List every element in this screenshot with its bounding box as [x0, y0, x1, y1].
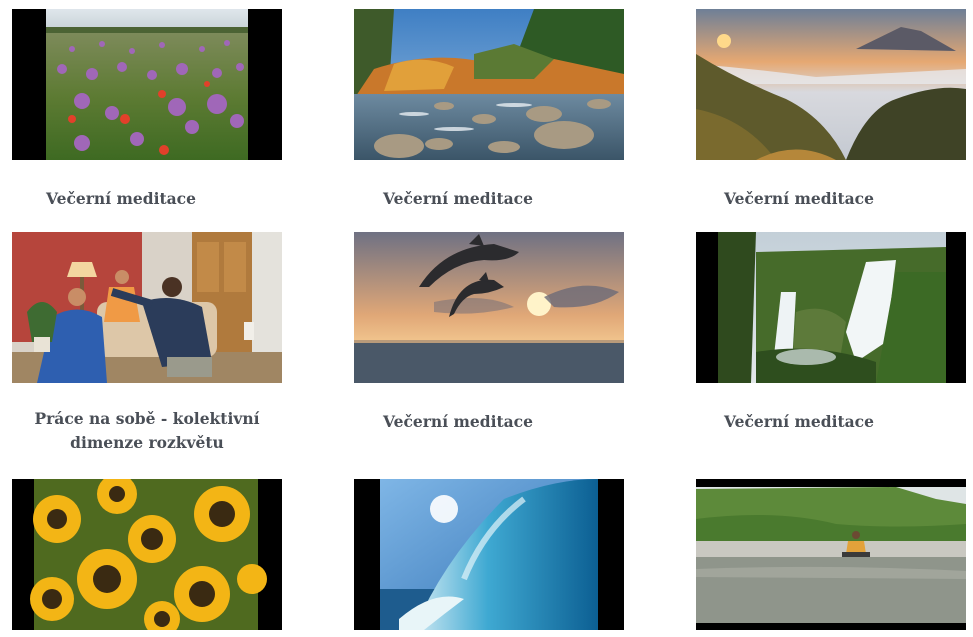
video-thumbnail[interactable]	[12, 232, 282, 383]
video-card: Večerní meditace	[696, 9, 966, 211]
video-card	[354, 479, 624, 630]
video-title[interactable]: Večerní meditace	[696, 187, 966, 211]
video-thumbnail[interactable]	[12, 9, 282, 160]
video-card: Práce na sobě - kolektivní dimenze rozkv…	[12, 232, 282, 455]
video-title[interactable]: Večerní meditace	[354, 187, 624, 211]
video-card: Večerní meditace	[696, 232, 966, 434]
video-thumbnail[interactable]	[354, 9, 624, 160]
video-card	[696, 479, 966, 630]
video-card: Večerní meditace	[354, 9, 624, 211]
ocean-wave-thumbnail	[354, 479, 624, 630]
river-meditation-thumbnail	[696, 479, 966, 630]
poppy-field-thumbnail	[12, 9, 282, 160]
meditation-room-thumbnail	[12, 232, 282, 383]
waterfall-thumbnail	[696, 232, 966, 383]
video-card: Večerní meditace	[354, 232, 624, 434]
video-thumbnail[interactable]	[354, 232, 624, 383]
video-thumbnail[interactable]	[696, 479, 966, 630]
video-title[interactable]: Večerní meditace	[696, 410, 966, 434]
mountain-sunrise-thumbnail	[696, 9, 966, 160]
video-thumbnail[interactable]	[696, 232, 966, 383]
video-title[interactable]: Večerní meditace	[354, 410, 624, 434]
video-title[interactable]: Večerní meditace	[12, 187, 282, 211]
video-thumbnail[interactable]	[696, 9, 966, 160]
video-card	[12, 479, 282, 630]
video-card: Večerní meditace	[12, 9, 282, 211]
sunflowers-thumbnail	[12, 479, 282, 630]
video-title[interactable]: Práce na sobě - kolektivní dimenze rozkv…	[12, 407, 282, 455]
video-thumbnail[interactable]	[12, 479, 282, 630]
dolphins-sunset-thumbnail	[354, 232, 624, 383]
autumn-river-thumbnail	[354, 9, 624, 160]
video-thumbnail[interactable]	[354, 479, 624, 630]
